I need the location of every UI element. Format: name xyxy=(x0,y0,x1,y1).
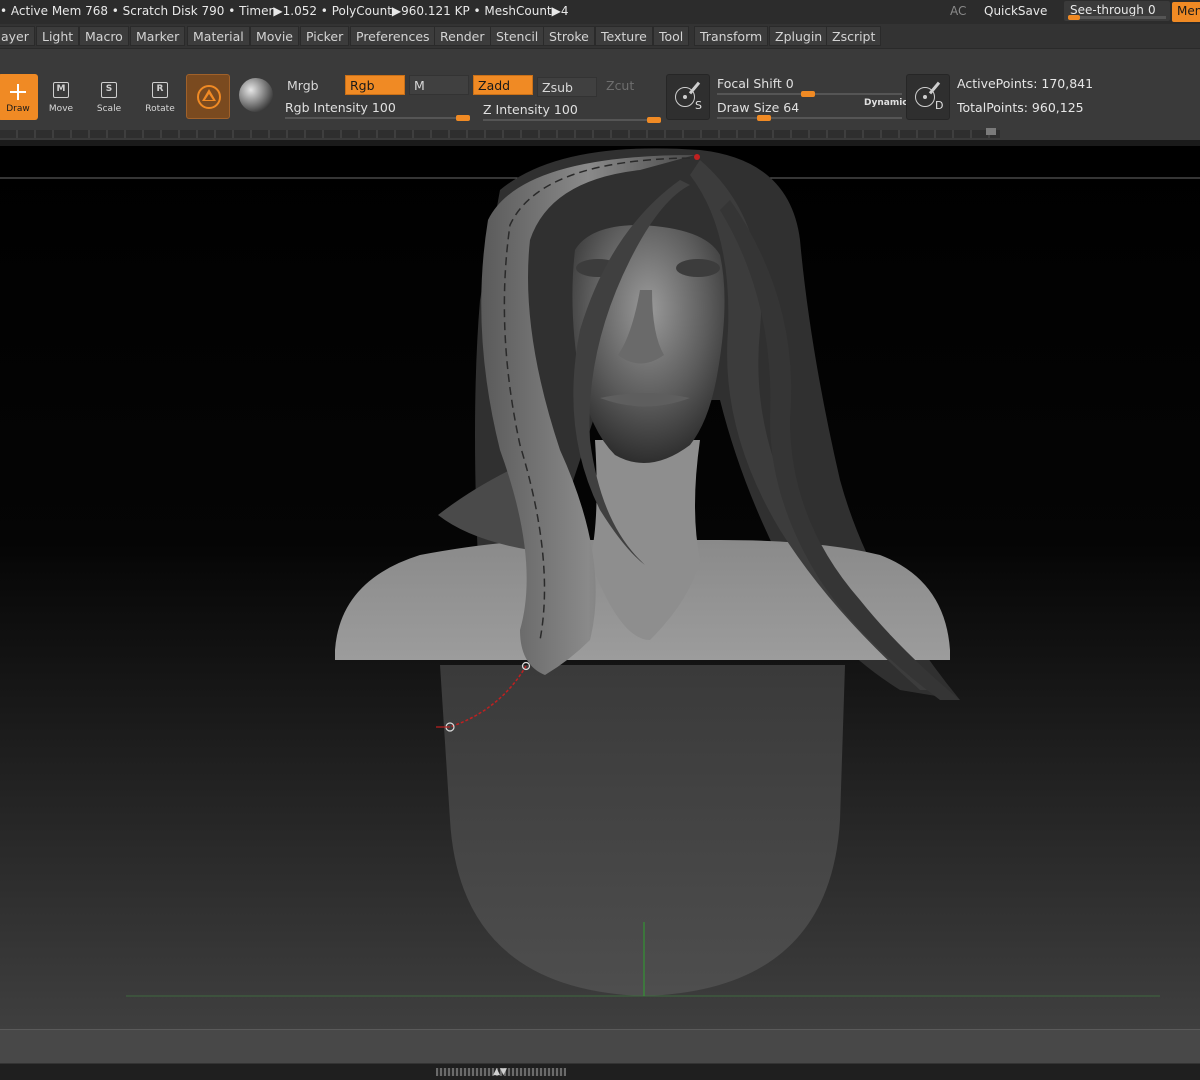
symmetry-d-letter: D xyxy=(935,99,944,112)
document-canvas[interactable] xyxy=(0,146,1200,1029)
rgb-toggle[interactable]: Rgb xyxy=(345,75,405,95)
rgb-intensity-knob[interactable] xyxy=(456,115,470,121)
shelf-scroll-handle[interactable] xyxy=(986,128,996,135)
menu-layer[interactable]: ayer xyxy=(0,26,35,46)
menu-bar: ayer Light Macro Marker Material Movie P… xyxy=(0,24,1200,48)
symmetry-s-letter: S xyxy=(695,99,702,112)
see-through-value: 0 xyxy=(1148,3,1156,17)
focal-shift-label: Focal Shift 0 xyxy=(717,76,794,91)
see-through-label: See-through xyxy=(1070,3,1144,17)
see-through-slider[interactable]: See-through 0 xyxy=(1064,1,1170,21)
focal-shift-knob[interactable] xyxy=(801,91,815,97)
scale-label: Scale xyxy=(96,104,122,114)
active-points-label: ActivePoints: 170,841 xyxy=(957,76,1094,91)
zsub-toggle[interactable]: Zsub xyxy=(537,77,597,97)
draw-size-label: Draw Size 64 xyxy=(717,100,800,115)
menu-picker[interactable]: Picker xyxy=(300,26,350,46)
move-button[interactable]: M Move xyxy=(41,74,81,120)
m-toggle[interactable]: M xyxy=(409,75,469,95)
quicksave-button[interactable]: QuickSave xyxy=(984,4,1047,18)
menu-preferences[interactable]: Preferences xyxy=(350,26,436,46)
menu-macro[interactable]: Macro xyxy=(79,26,129,46)
rgb-intensity-slider[interactable]: Rgb Intensity 100 xyxy=(285,99,470,121)
rotate-label: Rotate xyxy=(145,104,175,114)
rotate-icon: R xyxy=(152,82,168,98)
draw-button[interactable]: Draw xyxy=(0,74,38,120)
move-icon: M xyxy=(53,82,69,98)
scale-button[interactable]: S Scale xyxy=(89,74,129,120)
symmetry-d-button[interactable]: D xyxy=(906,74,950,120)
menu-zplugin[interactable]: Zplugin xyxy=(769,26,829,46)
arrow-up-down-icon[interactable]: ▲▼ xyxy=(490,1067,510,1077)
draw-label: Draw xyxy=(6,104,30,114)
symmetry-s-button[interactable]: S xyxy=(666,74,710,120)
menu-material[interactable]: Material xyxy=(187,26,250,46)
symmetry-d-dot-icon xyxy=(923,95,927,99)
zcut-toggle[interactable]: Zcut xyxy=(601,75,661,95)
menu-zscript[interactable]: Zscript xyxy=(826,26,882,46)
bust-base xyxy=(440,665,845,996)
status-text: • Active Mem 768 • Scratch Disk 790 • Ti… xyxy=(0,4,569,18)
rgb-intensity-label: Rgb Intensity 100 xyxy=(285,100,396,115)
ac-button[interactable]: AC xyxy=(950,4,966,18)
shelf-scrollbar[interactable] xyxy=(0,130,1000,138)
material-ball-icon[interactable] xyxy=(239,78,273,112)
status-bar: • Active Mem 768 • Scratch Disk 790 • Ti… xyxy=(0,0,1200,24)
brush-triangle-inner-icon xyxy=(205,94,213,100)
draw-icon xyxy=(10,84,26,100)
rotate-button[interactable]: R Rotate xyxy=(140,74,180,120)
curve-point-top xyxy=(694,154,700,160)
brush-button[interactable] xyxy=(186,74,230,119)
sculpt-viewport xyxy=(0,148,1200,997)
z-intensity-knob[interactable] xyxy=(647,117,661,123)
menus-button[interactable]: Menus xyxy=(1172,2,1200,22)
move-label: Move xyxy=(48,104,74,114)
menu-movie[interactable]: Movie xyxy=(250,26,299,46)
bottom-shelf xyxy=(0,1029,1200,1063)
rgb-intensity-track xyxy=(285,117,470,119)
focal-shift-slider[interactable]: Focal Shift 0 xyxy=(717,75,902,97)
dynamic-button[interactable]: Dynamic xyxy=(864,98,908,108)
menu-stencil[interactable]: Stencil xyxy=(490,26,545,46)
mrgb-toggle[interactable]: Mrgb xyxy=(282,75,344,95)
z-intensity-slider[interactable]: Z Intensity 100 xyxy=(483,101,661,123)
symmetry-s-dot-icon xyxy=(683,95,687,99)
menu-transform[interactable]: Transform xyxy=(694,26,769,46)
menu-light[interactable]: Light xyxy=(36,26,80,46)
menu-marker[interactable]: Marker xyxy=(130,26,186,46)
zadd-toggle[interactable]: Zadd xyxy=(473,75,533,95)
scale-icon: S xyxy=(101,82,117,98)
see-through-track xyxy=(1068,16,1166,19)
menu-stroke[interactable]: Stroke xyxy=(543,26,595,46)
z-intensity-track xyxy=(483,119,661,121)
draw-size-track xyxy=(717,117,902,119)
bottom-tray xyxy=(0,1063,1200,1080)
menu-texture[interactable]: Texture xyxy=(595,26,653,46)
toolbar: Draw M Move S Scale R Rotate Mrgb Rgb M … xyxy=(0,48,1200,140)
see-through-knob[interactable] xyxy=(1068,15,1080,20)
menu-render[interactable]: Render xyxy=(434,26,491,46)
menu-tool[interactable]: Tool xyxy=(653,26,690,46)
right-eye xyxy=(676,259,720,277)
total-points-label: TotalPoints: 960,125 xyxy=(957,100,1084,115)
draw-size-knob[interactable] xyxy=(757,115,771,121)
z-intensity-label: Z Intensity 100 xyxy=(483,102,578,117)
